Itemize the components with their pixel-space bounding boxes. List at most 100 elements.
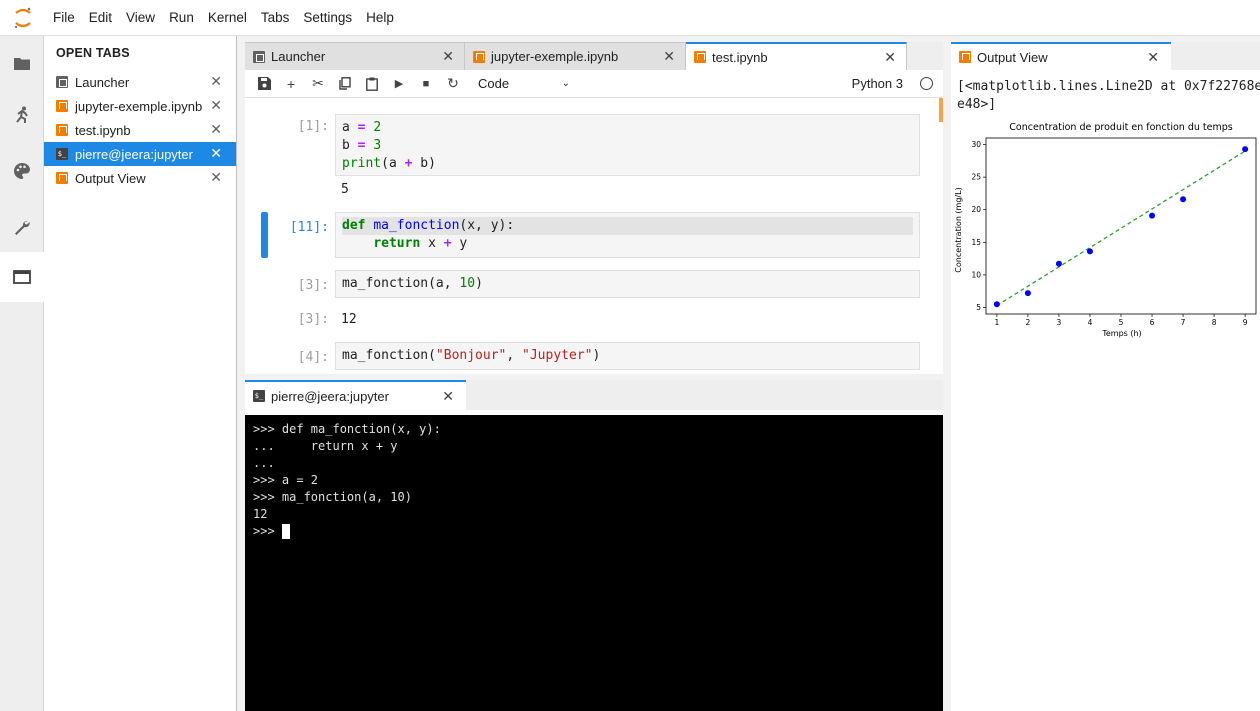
jupyter-logo-icon[interactable] <box>0 0 46 36</box>
x-tick-label: 6 <box>1150 318 1155 327</box>
data-point <box>1086 248 1093 255</box>
code-cell-3[interactable]: ma_fonction(a, 10) <box>335 270 920 298</box>
save-icon[interactable] <box>253 73 275 95</box>
chevron-down-icon: ⌄ <box>561 78 570 89</box>
x-tick-label: 1 <box>994 318 999 327</box>
terminal-line: >>> def ma_fonction(x, y): <box>253 422 441 436</box>
code-token: = <box>357 120 366 135</box>
open-tab-output-view[interactable]: Output View ✕ <box>44 166 236 190</box>
cell-prompt: [1]: <box>297 119 329 134</box>
terminal-prompt: >>> <box>253 524 282 538</box>
data-point <box>1055 260 1062 267</box>
folder-icon[interactable] <box>0 38 44 88</box>
tab-jupyter-exemple[interactable]: jupyter-exemple.ipynb ✕ <box>465 42 686 70</box>
output-text: [<matplotlib.lines.Line2D at 0x7f22768e3… <box>957 79 1260 112</box>
code-token: "Jupyter" <box>522 348 593 363</box>
tab-test[interactable]: test.ipynb ✕ <box>686 42 907 70</box>
close-icon[interactable]: ✕ <box>210 121 222 138</box>
paste-icon[interactable] <box>361 73 383 95</box>
menu-run[interactable]: Run <box>162 10 201 25</box>
code-token: ma_fonction <box>373 218 460 233</box>
code-token: , <box>506 348 523 363</box>
run-icon[interactable]: ▶ <box>388 73 410 95</box>
y-tick-label: 15 <box>971 238 981 247</box>
close-icon[interactable]: ✕ <box>884 49 896 66</box>
menu-settings[interactable]: Settings <box>296 10 359 25</box>
open-tab-label: test.ipynb <box>75 122 131 138</box>
vertical-splitter[interactable] <box>943 36 951 711</box>
code-token: b <box>342 138 350 153</box>
stop-icon[interactable]: ■ <box>415 73 437 95</box>
wrench-icon[interactable] <box>0 202 44 252</box>
cell-output: 5 <box>341 182 349 197</box>
concentration-chart: Concentration de produit en fonction du … <box>954 122 1257 338</box>
close-icon[interactable]: ✕ <box>442 388 454 405</box>
code-token: ma_fonction(a, <box>342 276 460 291</box>
cell-type-value: Code <box>478 76 510 91</box>
close-icon[interactable]: ✕ <box>210 145 222 162</box>
open-tab-label: Launcher <box>75 74 130 90</box>
chart-title: Concentration de produit en fonction du … <box>1009 122 1233 133</box>
menu-view[interactable]: View <box>119 10 162 25</box>
notebook-panel: [1]: a = 2 b = 3 print(a + b) 5 [11]: de… <box>245 98 943 374</box>
tab-label: test.ipynb <box>712 49 768 65</box>
close-icon[interactable]: ✕ <box>210 73 222 90</box>
add-cell-icon[interactable]: + <box>280 73 302 95</box>
code-cell-2[interactable]: def ma_fonction(x, y): return x + y <box>335 212 920 258</box>
open-tab-label: jupyter-exemple.ipynb <box>75 98 203 114</box>
cut-icon[interactable]: ✂ <box>307 73 329 95</box>
notebook-icon <box>473 50 485 63</box>
code-cell-4[interactable]: ma_fonction("Bonjour", "Jupyter") <box>335 342 920 370</box>
terminal-console[interactable]: >>> def ma_fonction(x, y): ... return x … <box>245 415 943 711</box>
notebook-icon <box>56 172 68 184</box>
plot-area: 1 2 3 4 5 6 7 8 9 5 10 15 20 25 30 <box>971 137 1257 327</box>
tab-label: jupyter-exemple.ipynb <box>491 49 619 64</box>
tab-label: Output View <box>977 49 1048 65</box>
open-tabs-panel: OPEN TABS Launcher ✕ jupyter-exemple.ipy… <box>44 36 237 711</box>
close-icon[interactable]: ✕ <box>663 48 675 65</box>
restart-icon[interactable]: ↻ <box>442 73 464 95</box>
menu-edit[interactable]: Edit <box>82 10 119 25</box>
menu-file[interactable]: File <box>46 10 82 25</box>
launcher-icon <box>253 50 265 63</box>
running-icon[interactable] <box>0 90 44 140</box>
close-icon[interactable]: ✕ <box>210 169 222 186</box>
document-tab-bar: Launcher ✕ jupyter-exemple.ipynb ✕ test.… <box>245 42 945 70</box>
open-tab-launcher[interactable]: Launcher ✕ <box>44 70 236 94</box>
close-icon[interactable]: ✕ <box>1147 49 1159 66</box>
data-point <box>1180 196 1187 203</box>
tab-label: pierre@jeera:jupyter <box>271 388 389 404</box>
tab-terminal[interactable]: $_ pierre@jeera:jupyter ✕ <box>245 380 466 410</box>
code-token: ) <box>475 276 483 291</box>
code-cell-1[interactable]: a = 2 b = 3 print(a + b) <box>335 114 920 176</box>
menu-help[interactable]: Help <box>359 10 401 25</box>
open-tab-test[interactable]: test.ipynb ✕ <box>44 118 236 142</box>
code-token: + <box>443 236 452 251</box>
close-icon[interactable]: ✕ <box>442 48 454 65</box>
palette-icon[interactable] <box>0 146 44 196</box>
cell-type-select[interactable]: Code ⌄ <box>478 76 570 91</box>
open-tab-jupyter-exemple[interactable]: jupyter-exemple.ipynb ✕ <box>44 94 236 118</box>
launcher-icon <box>56 76 68 88</box>
data-point <box>1149 212 1156 219</box>
tab-output-view[interactable]: Output View ✕ <box>951 42 1171 70</box>
cell-prompt: [3]: <box>297 278 329 293</box>
menu-tabs[interactable]: Tabs <box>254 10 297 25</box>
terminal-line: >>> a = 2 <box>253 473 319 487</box>
tabs-icon[interactable] <box>0 252 44 302</box>
tab-launcher[interactable]: Launcher ✕ <box>245 42 465 70</box>
menu-kernel[interactable]: Kernel <box>201 10 254 25</box>
copy-icon[interactable] <box>334 73 356 95</box>
x-tick-label: 3 <box>1057 318 1062 327</box>
terminal-icon: $_ <box>56 148 68 160</box>
x-tick-label: 7 <box>1181 318 1186 327</box>
close-icon[interactable]: ✕ <box>210 97 222 114</box>
y-tick-label: 20 <box>971 205 981 214</box>
code-token: return <box>373 236 421 251</box>
cell-output: 12 <box>341 312 357 327</box>
code-token: a <box>342 120 350 135</box>
code-token: (a <box>381 156 405 171</box>
open-tab-terminal[interactable]: $_ pierre@jeera:jupyter ✕ <box>44 142 236 166</box>
kernel-name[interactable]: Python 3 <box>852 76 903 91</box>
code-token: ma_fonction( <box>342 348 436 363</box>
